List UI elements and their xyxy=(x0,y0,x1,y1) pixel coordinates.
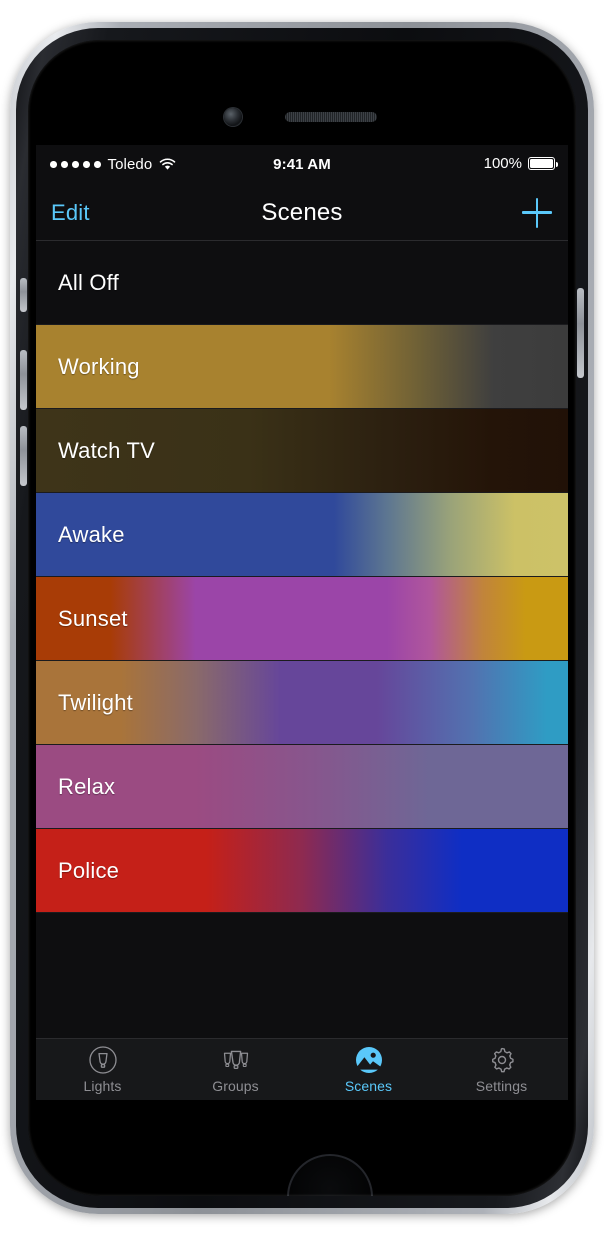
status-bar: Toledo 9:41 AM 100% xyxy=(36,145,568,185)
scene-row[interactable]: All Off xyxy=(36,241,568,325)
tab-groups[interactable]: Groups xyxy=(169,1039,302,1100)
tab-settings[interactable]: Settings xyxy=(435,1039,568,1100)
scene-row[interactable]: Twilight xyxy=(36,661,568,745)
scene-row[interactable]: Police xyxy=(36,829,568,913)
mute-switch[interactable] xyxy=(20,278,27,312)
add-scene-button[interactable] xyxy=(522,197,552,228)
tab-lights[interactable]: Lights xyxy=(36,1039,169,1100)
tab-label: Groups xyxy=(212,1078,259,1094)
scene-name-label: Relax xyxy=(58,773,116,799)
scene-name-label: Sunset xyxy=(58,605,128,631)
tab-label: Settings xyxy=(475,1078,528,1094)
scene-name-label: Working xyxy=(58,353,140,379)
status-bar-right: 100% xyxy=(483,155,558,172)
bulb-group-icon xyxy=(219,1045,253,1075)
volume-up-button[interactable] xyxy=(20,350,27,410)
tab-label: Scenes xyxy=(344,1078,393,1094)
volume-down-button[interactable] xyxy=(20,426,27,486)
app-screen: Toledo 9:41 AM 100% Edit Scenes All Off W… xyxy=(36,145,568,1100)
bulb-circle-icon xyxy=(88,1045,118,1075)
battery-icon xyxy=(528,157,558,170)
earpiece-speaker xyxy=(285,112,377,122)
scene-row[interactable]: Watch TV xyxy=(36,409,568,493)
scene-row[interactable]: Working xyxy=(36,325,568,409)
scene-name-label: Police xyxy=(58,857,120,883)
navigation-bar: Edit Scenes xyxy=(36,185,568,241)
page-title: Scenes xyxy=(261,198,343,226)
tab-scenes[interactable]: Scenes xyxy=(302,1039,435,1100)
scene-row[interactable]: Awake xyxy=(36,493,568,577)
front-camera-icon xyxy=(224,108,242,126)
scene-row[interactable]: Relax xyxy=(36,745,568,829)
scene-name-label: All Off xyxy=(58,269,119,295)
battery-percent-label: 100% xyxy=(483,155,522,172)
tab-bar: Lights Groups Scenes Settings xyxy=(36,1038,568,1100)
scene-name-label: Awake xyxy=(58,521,125,547)
scene-list: All Off Working Watch TV Awake Sunset Twiligh… xyxy=(36,241,568,913)
tab-label: Lights xyxy=(83,1078,122,1094)
scene-row[interactable]: Sunset xyxy=(36,577,568,661)
scene-name-label: Watch TV xyxy=(58,437,155,463)
scene-photo-icon xyxy=(354,1045,384,1075)
home-button[interactable] xyxy=(287,1154,373,1196)
power-button[interactable] xyxy=(577,288,584,378)
gear-icon xyxy=(487,1045,517,1075)
scene-name-label: Twilight xyxy=(58,689,133,715)
